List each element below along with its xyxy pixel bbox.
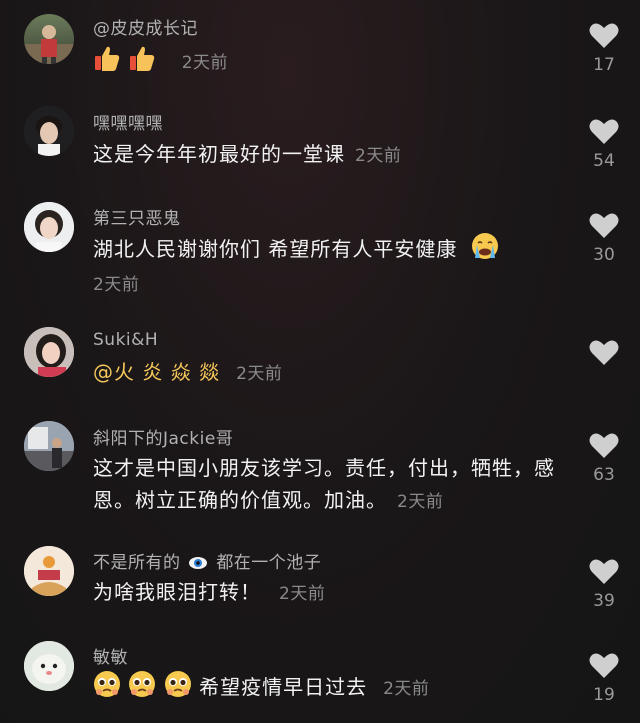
comment-time: 2天前 [383, 679, 430, 699]
eye-emoji [189, 557, 208, 569]
comment-time: 2天前 [236, 364, 283, 384]
like-button[interactable]: 30 [584, 212, 624, 265]
comment-time: 2天前 [355, 146, 402, 166]
heart-icon [589, 213, 619, 238]
comment-body: 为啥我眼泪打转！ 2天前 [93, 576, 563, 610]
avatar[interactable] [24, 202, 74, 252]
like-count: 17 [593, 55, 615, 75]
avatar[interactable] [24, 14, 74, 64]
username[interactable]: 第三只恶鬼 [93, 204, 181, 229]
like-button[interactable]: 39 [584, 558, 624, 611]
avatar[interactable] [24, 641, 74, 691]
like-count: 19 [593, 685, 615, 705]
avatar[interactable] [24, 106, 74, 156]
pleading-face-emoji [164, 670, 192, 707]
like-button[interactable] [584, 339, 624, 372]
avatar[interactable] [24, 327, 74, 377]
username[interactable]: 嘿嘿嘿嘿 [93, 109, 163, 134]
heart-icon [589, 559, 619, 584]
comment-body: @火 炎 焱 燚 2天前 [93, 356, 563, 390]
comment-text: 这才是中国小朋友该学习。责任，付出，牺牲，感恩。树立正确的价值观。加油。 [93, 456, 555, 512]
comment-text: 湖北人民谢谢你们 希望所有人平安健康 [93, 237, 458, 261]
comment-body: 这是今年年初最好的一堂课 2天前 [93, 138, 563, 172]
like-button[interactable]: 63 [584, 432, 624, 485]
like-count: 63 [593, 465, 615, 485]
comment-time: 2天前 [93, 275, 140, 295]
username[interactable]: 不是所有的 都在一个池子 [93, 548, 321, 573]
heart-icon [589, 119, 619, 144]
username[interactable]: 斜阳下的Jackie哥 [93, 424, 233, 449]
comment-text: 希望疫情早日过去 [199, 675, 368, 699]
like-count: 39 [593, 591, 615, 611]
like-count: 30 [593, 245, 615, 265]
thumbs-up-emoji [93, 44, 121, 81]
like-count: 54 [593, 151, 615, 171]
comment-list: @皮皮成长记 2天前 17 嘿嘿嘿嘿 这是今年年初最好的一堂课 2天前 54 第… [0, 0, 640, 723]
avatar[interactable] [24, 421, 74, 471]
comment-body: 希望疫情早日过去 2天前 [93, 670, 563, 707]
username[interactable]: @皮皮成长记 [93, 14, 198, 39]
heart-icon [589, 340, 619, 365]
comment-text: 这是今年年初最好的一堂课 [93, 142, 345, 166]
username[interactable]: 敏敏 [93, 643, 128, 668]
mention-link[interactable]: @火 炎 焱 燚 [93, 360, 220, 384]
pleading-face-emoji [93, 670, 121, 707]
like-button[interactable]: 19 [584, 652, 624, 705]
crying-face-emoji [471, 232, 499, 269]
comment-body: 湖北人民谢谢你们 希望所有人平安健康 2天前 [93, 232, 563, 301]
heart-icon [589, 653, 619, 678]
username[interactable]: Suki&H [93, 330, 158, 350]
comment-body: 2天前 [93, 44, 563, 81]
like-button[interactable]: 54 [584, 118, 624, 171]
comment-body: 这才是中国小朋友该学习。责任，付出，牺牲，感恩。树立正确的价值观。加油。 2天前 [93, 452, 558, 518]
heart-icon [589, 23, 619, 48]
like-button[interactable]: 17 [584, 22, 624, 75]
comment-text: 为啥我眼泪打转！ [93, 580, 261, 604]
comment-time: 2天前 [397, 492, 444, 512]
pleading-face-emoji [128, 670, 156, 707]
heart-icon [589, 433, 619, 458]
comment-time: 2天前 [181, 53, 229, 73]
comment-time: 2天前 [279, 584, 326, 604]
thumbs-up-emoji [128, 44, 156, 81]
avatar[interactable] [24, 546, 74, 596]
